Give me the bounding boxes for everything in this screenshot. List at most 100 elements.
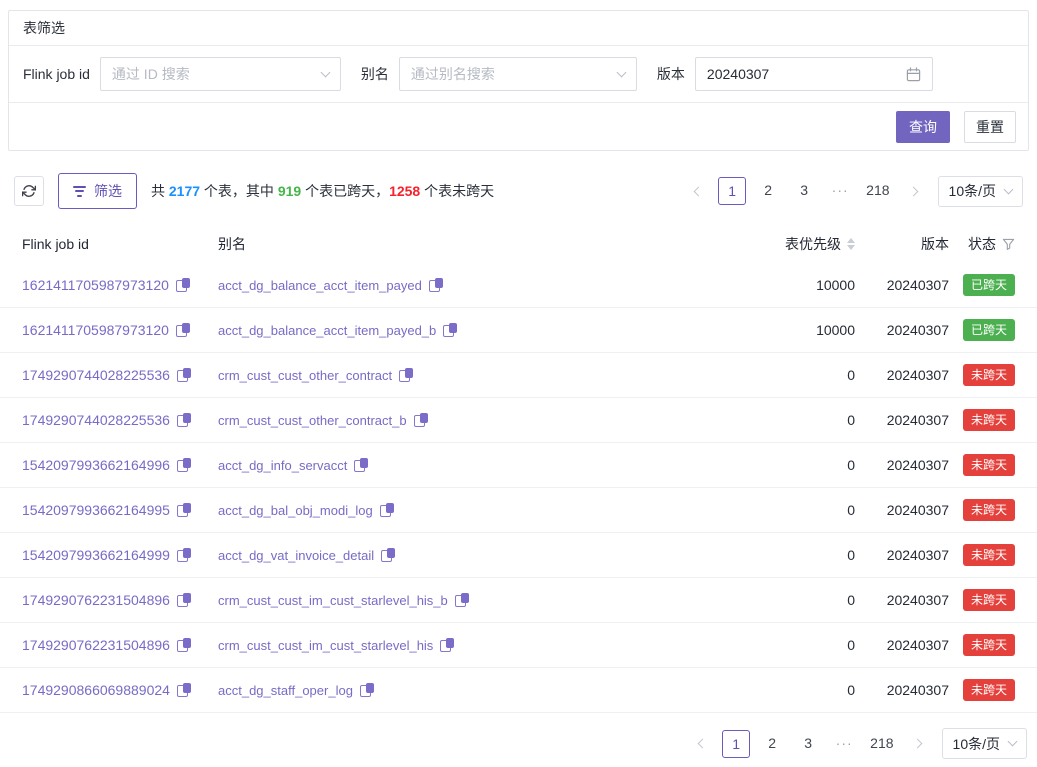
copy-icon[interactable] bbox=[177, 368, 191, 382]
page-button-3[interactable]: 3 bbox=[790, 177, 818, 205]
alias-select[interactable]: 通过别名搜索 bbox=[399, 57, 637, 91]
version-value: 20240307 bbox=[855, 502, 949, 518]
flink-job-id-label: Flink job id bbox=[23, 66, 90, 82]
priority-value: 0 bbox=[740, 637, 855, 653]
copy-icon[interactable] bbox=[177, 593, 191, 607]
copy-icon[interactable] bbox=[440, 638, 454, 652]
alias-link[interactable]: crm_cust_cust_im_cust_starlevel_his bbox=[218, 638, 433, 653]
job-id-link[interactable]: 1749290762231504896 bbox=[22, 637, 170, 653]
alias-link[interactable]: acct_dg_bal_obj_modi_log bbox=[218, 503, 373, 518]
copy-icon[interactable] bbox=[380, 503, 394, 517]
table-row: 1542097993662164996 acct_dg_info_servacc… bbox=[0, 443, 1037, 488]
status-badge: 未跨天 bbox=[963, 409, 1015, 431]
alias-link[interactable]: acct_dg_vat_invoice_detail bbox=[218, 548, 374, 563]
copy-icon[interactable] bbox=[399, 368, 413, 382]
page-button-2[interactable]: 2 bbox=[754, 177, 782, 205]
version-value: 20240307 bbox=[855, 412, 949, 428]
job-id-link[interactable]: 1542097993662164999 bbox=[22, 547, 170, 563]
table-summary: 共 2177 个表，其中 919 个表已跨天，1258 个表未跨天 bbox=[151, 181, 494, 201]
page-size-select[interactable]: 10条/页 bbox=[938, 176, 1023, 207]
status-badge: 未跨天 bbox=[963, 499, 1015, 521]
alias-link[interactable]: acct_dg_info_servacct bbox=[218, 458, 347, 473]
flink-job-id-select[interactable]: 通过 ID 搜索 bbox=[100, 57, 341, 91]
status-badge: 未跨天 bbox=[963, 544, 1015, 566]
copy-icon[interactable] bbox=[177, 458, 191, 472]
header-alias: 别名 bbox=[218, 234, 740, 254]
copy-icon[interactable] bbox=[177, 548, 191, 562]
alias-link[interactable]: crm_cust_cust_other_contract_b bbox=[218, 413, 407, 428]
prev-page-icon[interactable] bbox=[690, 730, 714, 758]
version-value: 20240307 bbox=[855, 592, 949, 608]
alias-link[interactable]: acct_dg_balance_acct_item_payed_b bbox=[218, 323, 436, 338]
refresh-button[interactable] bbox=[14, 176, 44, 206]
filter-fields-row: Flink job id 通过 ID 搜索 别名 通过别名搜索 版本 20240… bbox=[9, 46, 1028, 103]
job-id-link[interactable]: 1542097993662164995 bbox=[22, 502, 170, 518]
status-badge: 已跨天 bbox=[963, 274, 1015, 296]
copy-icon[interactable] bbox=[354, 458, 368, 472]
next-page-icon[interactable] bbox=[906, 730, 930, 758]
table-row: 1542097993662164995 acct_dg_bal_obj_modi… bbox=[0, 488, 1037, 533]
copy-icon[interactable] bbox=[176, 278, 190, 292]
query-button[interactable]: 查询 bbox=[896, 111, 950, 143]
page-size-value: 10条/页 bbox=[949, 181, 996, 201]
filter-actions-row: 查询 重置 bbox=[9, 103, 1028, 150]
copy-icon[interactable] bbox=[414, 413, 428, 427]
alias-link[interactable]: crm_cust_cust_im_cust_starlevel_his_b bbox=[218, 593, 448, 608]
copy-icon[interactable] bbox=[177, 638, 191, 652]
alias-link[interactable]: acct_dg_balance_acct_item_payed bbox=[218, 278, 422, 293]
job-id-link[interactable]: 1542097993662164996 bbox=[22, 457, 170, 473]
crossed-count: 919 bbox=[278, 183, 301, 199]
pagination-bottom: 1 2 3 ··· 218 10条/页 bbox=[0, 728, 1027, 759]
page-button-1[interactable]: 1 bbox=[718, 177, 746, 205]
page-button-3[interactable]: 3 bbox=[794, 730, 822, 758]
version-date-input[interactable]: 20240307 bbox=[695, 57, 933, 91]
job-id-link[interactable]: 1749290866069889024 bbox=[22, 682, 170, 698]
table-row: 1621411705987973120 acct_dg_balance_acct… bbox=[0, 308, 1037, 353]
alias-link[interactable]: crm_cust_cust_other_contract bbox=[218, 368, 392, 383]
calendar-icon bbox=[906, 67, 921, 82]
version-label: 版本 bbox=[657, 64, 685, 84]
version-value: 20240307 bbox=[855, 457, 949, 473]
filter-card-title: 表筛选 bbox=[9, 11, 1028, 46]
job-id-link[interactable]: 1749290744028225536 bbox=[22, 367, 170, 383]
copy-icon[interactable] bbox=[455, 593, 469, 607]
copy-icon[interactable] bbox=[429, 278, 443, 292]
reset-button[interactable]: 重置 bbox=[964, 111, 1016, 143]
copy-icon[interactable] bbox=[443, 323, 457, 337]
status-badge: 已跨天 bbox=[963, 319, 1015, 341]
job-id-link[interactable]: 1621411705987973120 bbox=[22, 322, 169, 338]
prev-page-icon[interactable] bbox=[686, 177, 710, 205]
status-badge: 未跨天 bbox=[963, 364, 1015, 386]
priority-value: 10000 bbox=[740, 277, 855, 293]
page-ellipsis[interactable]: ··· bbox=[830, 730, 858, 758]
copy-icon[interactable] bbox=[177, 683, 191, 697]
job-id-link[interactable]: 1749290744028225536 bbox=[22, 412, 170, 428]
copy-icon[interactable] bbox=[381, 548, 395, 562]
filter-funnel-icon[interactable] bbox=[1002, 238, 1015, 251]
copy-icon[interactable] bbox=[360, 683, 374, 697]
copy-icon[interactable] bbox=[177, 413, 191, 427]
priority-value: 0 bbox=[740, 592, 855, 608]
job-id-link[interactable]: 1749290762231504896 bbox=[22, 592, 170, 608]
total-count: 2177 bbox=[169, 183, 200, 199]
filter-card: 表筛选 Flink job id 通过 ID 搜索 别名 通过别名搜索 版本 2… bbox=[8, 10, 1029, 151]
page-button-2[interactable]: 2 bbox=[758, 730, 786, 758]
alias-link[interactable]: acct_dg_staff_oper_log bbox=[218, 683, 353, 698]
copy-icon[interactable] bbox=[177, 503, 191, 517]
version-value: 20240307 bbox=[855, 547, 949, 563]
page-button-218[interactable]: 218 bbox=[866, 730, 897, 758]
job-id-link[interactable]: 1621411705987973120 bbox=[22, 277, 169, 293]
next-page-icon[interactable] bbox=[902, 177, 926, 205]
table-row: 1542097993662164999 acct_dg_vat_invoice_… bbox=[0, 533, 1037, 578]
page-size-value: 10条/页 bbox=[953, 734, 1000, 754]
table-header-row: Flink job id 别名 表优先级 版本 状态 bbox=[0, 225, 1037, 263]
filter-button[interactable]: 筛选 bbox=[58, 173, 137, 209]
copy-icon[interactable] bbox=[176, 323, 190, 337]
priority-value: 10000 bbox=[740, 322, 855, 338]
page-ellipsis[interactable]: ··· bbox=[826, 177, 854, 205]
status-badge: 未跨天 bbox=[963, 679, 1015, 701]
sort-icon[interactable] bbox=[847, 238, 855, 250]
page-button-218[interactable]: 218 bbox=[862, 177, 893, 205]
page-size-select[interactable]: 10条/页 bbox=[942, 728, 1027, 759]
page-button-1[interactable]: 1 bbox=[722, 730, 750, 758]
